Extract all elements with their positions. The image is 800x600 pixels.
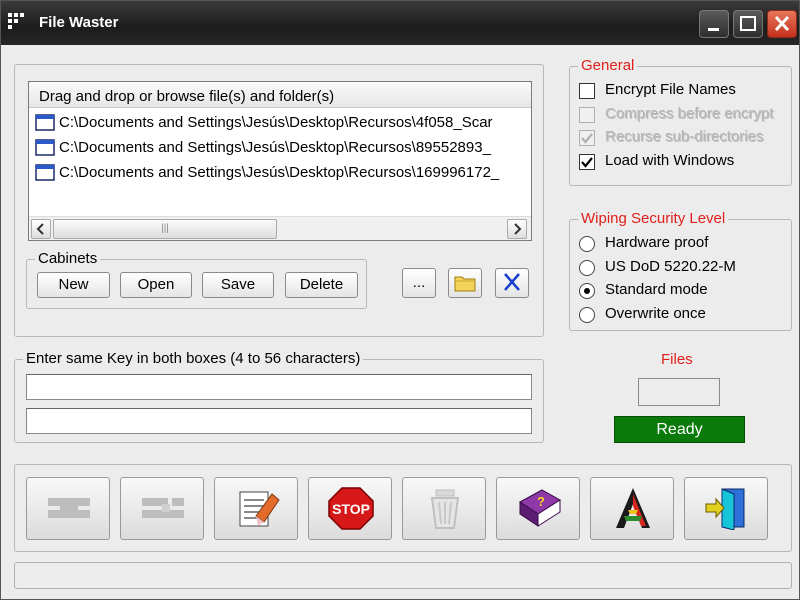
checkmark-icon — [581, 133, 593, 144]
checkbox[interactable] — [579, 106, 595, 123]
checkbox[interactable] — [579, 83, 595, 99]
horizontal-scrollbar[interactable]: ||| — [29, 216, 531, 240]
about-icon — [616, 488, 650, 528]
radio-button[interactable] — [579, 259, 595, 276]
file-list-header-label: Drag and drop or browse file(s) and fold… — [39, 88, 335, 105]
checkmark-icon — [581, 156, 593, 168]
checkbox-label: Encrypt File Names — [605, 81, 736, 98]
status-text: Ready — [656, 421, 703, 438]
radio-label: Standard mode — [605, 281, 708, 298]
radio-dot — [584, 288, 590, 294]
recycle-bin-button[interactable] — [402, 477, 486, 540]
general-label: General — [578, 57, 638, 74]
minimize-button[interactable] — [699, 10, 729, 38]
add-folder-button[interactable] — [448, 268, 482, 298]
decrypt-icon — [142, 498, 184, 518]
file-path: C:\Documents and Settings\Jesús\Desktop\… — [59, 164, 500, 181]
scroll-grip: ||| — [161, 223, 169, 234]
window-file-icon — [35, 139, 55, 156]
remove-x-icon — [504, 273, 520, 291]
file-row[interactable]: C:\Documents and Settings\Jesús\Desktop\… — [33, 111, 531, 135]
key-label: Enter same Key in both boxes (4 to 56 ch… — [23, 350, 364, 367]
checkbox-label: Recurse sub-directories — [605, 128, 764, 145]
window-file-icon — [35, 164, 55, 181]
new-cabinet-button[interactable]: New — [37, 272, 110, 298]
arrow-right-icon — [514, 223, 522, 235]
svg-text:?: ? — [537, 494, 545, 509]
maximize-button[interactable] — [733, 10, 763, 38]
file-list-header[interactable]: Drag and drop or browse file(s) and fold… — [29, 82, 531, 108]
wipe-button[interactable] — [214, 477, 298, 540]
file-list[interactable]: Drag and drop or browse file(s) and fold… — [28, 81, 532, 241]
file-path: C:\Documents and Settings\Jesús\Desktop\… — [59, 139, 491, 156]
files-count — [638, 378, 720, 406]
about-button[interactable] — [590, 477, 674, 540]
folder-icon — [454, 276, 476, 292]
stop-icon: STOP — [328, 487, 374, 530]
scroll-left-button[interactable] — [31, 219, 51, 239]
wipe-icon — [239, 491, 280, 527]
save-cabinet-button[interactable]: Save — [202, 272, 274, 298]
radio-button[interactable] — [579, 236, 595, 252]
app-window: File Waster Drag and drop or browse file… — [0, 0, 800, 600]
delete-cabinet-button[interactable]: Delete — [285, 272, 358, 298]
checkbox-label: Load with Windows — [605, 151, 735, 169]
files-label: Files — [661, 351, 693, 368]
browse-button[interactable]: ... — [402, 268, 436, 298]
radio-button[interactable] — [579, 283, 595, 299]
window-title: File Waster — [39, 14, 119, 31]
radio-button[interactable] — [579, 306, 595, 323]
radio-label: Overwrite once — [605, 304, 706, 322]
exit-icon — [705, 488, 745, 530]
arrow-left-icon — [36, 223, 44, 235]
scroll-right-button[interactable] — [507, 219, 527, 239]
close-button[interactable] — [767, 10, 797, 38]
minimize-icon — [708, 28, 719, 31]
status-indicator: Ready — [614, 416, 745, 443]
encrypt-button[interactable] — [26, 477, 110, 540]
cabinets-label: Cabinets — [35, 250, 101, 267]
help-book-icon: ? — [519, 489, 561, 527]
recycle-bin-icon — [430, 489, 460, 529]
window-file-icon — [35, 114, 55, 131]
svg-text:STOP: STOP — [332, 501, 370, 517]
remove-button[interactable] — [495, 268, 529, 298]
exit-button[interactable] — [684, 477, 768, 540]
status-bar — [14, 562, 792, 589]
file-path: C:\Documents and Settings\Jesús\Desktop\… — [59, 114, 493, 131]
file-row[interactable]: C:\Documents and Settings\Jesús\Desktop\… — [33, 161, 531, 185]
checkbox[interactable] — [579, 153, 595, 170]
open-cabinet-button[interactable]: Open — [120, 272, 192, 298]
stop-button[interactable]: STOP — [308, 477, 392, 540]
decrypt-button[interactable] — [120, 477, 204, 540]
file-row[interactable]: C:\Documents and Settings\Jesús\Desktop\… — [33, 136, 531, 160]
file-rows: C:\Documents and Settings\Jesús\Desktop\… — [29, 108, 531, 216]
help-button[interactable]: ? — [496, 477, 580, 540]
encrypt-icon — [48, 498, 90, 518]
title-bar[interactable]: File Waster — [1, 1, 799, 45]
wiping-label: Wiping Security Level — [578, 210, 729, 227]
key-input-2[interactable] — [26, 408, 532, 434]
radio-label: US DoD 5220.22-M — [605, 257, 736, 275]
scroll-thumb[interactable]: ||| — [53, 219, 277, 239]
radio-label: Hardware proof — [605, 234, 709, 251]
checkbox[interactable] — [579, 130, 595, 146]
key-input-1[interactable] — [26, 374, 532, 400]
maximize-icon — [740, 16, 756, 31]
app-icon — [8, 13, 24, 29]
checkbox-label: Compress before encrypt — [605, 104, 774, 122]
close-icon — [774, 15, 790, 32]
